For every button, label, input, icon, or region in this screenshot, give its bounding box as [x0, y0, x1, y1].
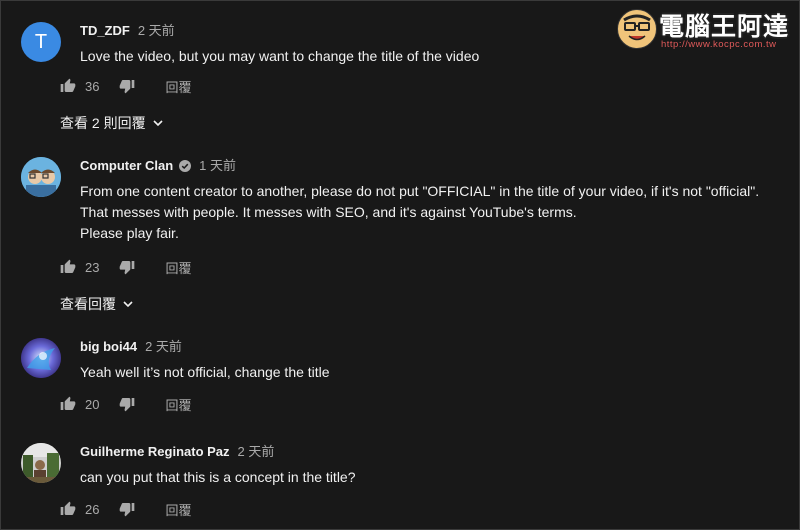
comment-text: can you put that this is a concept in th…	[80, 467, 779, 488]
comment-author[interactable]: Guilherme Reginato Paz	[80, 443, 230, 461]
like-button[interactable]: 26	[60, 501, 99, 517]
comment-author[interactable]: Computer Clan	[80, 157, 173, 175]
comments-panel: 電腦王阿達 http://www.kocpc.com.tw T TD_ZDF 2…	[0, 0, 800, 530]
comment-text: From one content creator to another, ple…	[80, 181, 779, 244]
reply-button[interactable]: 回覆	[165, 258, 191, 277]
thumbs-up-icon	[60, 501, 76, 515]
thumbs-down-icon	[120, 503, 135, 517]
like-count: 26	[85, 501, 100, 517]
comment-time[interactable]: 2 天前	[145, 338, 182, 356]
view-replies-button[interactable]: 查看回覆	[60, 294, 134, 314]
comment-actions: 20 回覆	[60, 394, 191, 414]
verified-icon	[179, 160, 192, 172]
avatar[interactable]	[21, 157, 61, 197]
comment-text: Yeah well it’s not official, change the …	[80, 362, 779, 383]
avatar[interactable]	[21, 443, 61, 483]
comment-actions: 23 回覆	[60, 257, 191, 277]
like-button[interactable]: 36	[60, 78, 99, 94]
thumbs-down-icon	[120, 80, 135, 94]
view-replies-label: 查看 2 則回覆	[60, 115, 146, 131]
comment-actions: 36 回覆	[60, 76, 191, 96]
chevron-down-icon	[123, 301, 133, 308]
comment-text-line: can you put that this is a concept in th…	[80, 469, 356, 485]
like-count: 23	[85, 259, 100, 275]
view-replies-label: 查看回覆	[60, 296, 116, 312]
avatar[interactable]	[21, 338, 61, 378]
comment-time[interactable]: 2 天前	[138, 22, 175, 40]
dislike-button[interactable]	[119, 501, 135, 517]
thumbs-up-icon	[60, 259, 76, 273]
comment-actions: 26 回覆	[60, 499, 191, 519]
comment-text-line: Love the video, but you may want to chan…	[80, 48, 480, 64]
reply-button[interactable]: 回覆	[165, 500, 191, 519]
thumbs-down-icon	[120, 261, 135, 275]
chevron-down-icon	[153, 120, 163, 127]
comment-text-line: From one content creator to another, ple…	[80, 183, 760, 199]
view-replies-button[interactable]: 查看 2 則回覆	[60, 113, 164, 133]
dislike-button[interactable]	[119, 259, 135, 275]
comment-text: Love the video, but you may want to chan…	[80, 46, 779, 67]
dislike-button[interactable]	[119, 78, 135, 94]
comment-text-line: Yeah well it’s not official, change the …	[80, 364, 330, 380]
comment-author[interactable]: TD_ZDF	[80, 22, 130, 40]
comment-text-line: That messes with people. It messes with …	[80, 204, 577, 220]
reply-button[interactable]: 回覆	[165, 395, 191, 414]
avatar-image	[21, 443, 61, 483]
avatar-letter: T	[34, 30, 48, 53]
avatar[interactable]: T	[21, 22, 61, 62]
dislike-button[interactable]	[119, 396, 135, 412]
thumbs-up-icon	[60, 78, 76, 92]
like-button[interactable]: 20	[60, 396, 99, 412]
like-count: 20	[85, 396, 100, 412]
like-count: 36	[85, 78, 100, 94]
thumbs-down-icon	[120, 398, 135, 412]
avatar-image	[21, 338, 61, 378]
comment-text-line: Please play fair.	[80, 225, 179, 241]
comment-author[interactable]: big boi44	[80, 338, 137, 356]
like-button[interactable]: 23	[60, 259, 99, 275]
comment-time[interactable]: 2 天前	[238, 443, 275, 461]
reply-button[interactable]: 回覆	[165, 77, 191, 96]
avatar-image	[21, 157, 61, 197]
comment-time[interactable]: 1 天前	[199, 157, 236, 175]
thumbs-up-icon	[60, 396, 76, 410]
